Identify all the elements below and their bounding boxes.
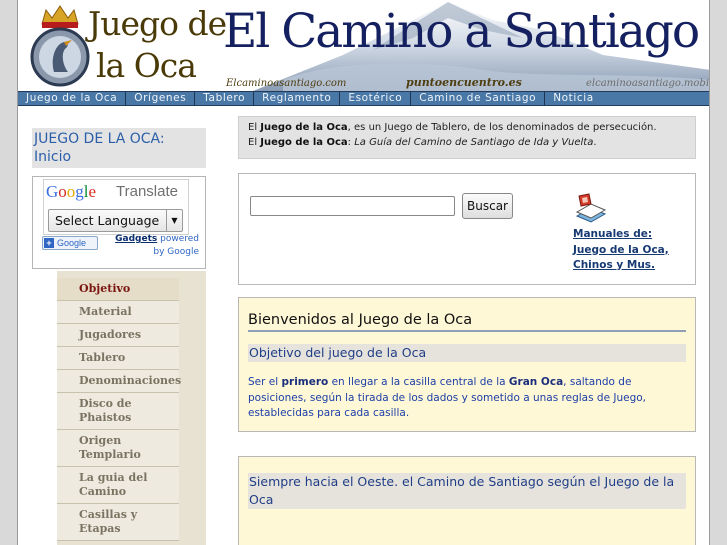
intro-bold: Juego de la Oca bbox=[260, 122, 348, 133]
welcome-text-part: Ser el bbox=[248, 376, 282, 388]
nav-item-camino-de-santiago[interactable]: Camino de Santiago bbox=[411, 92, 546, 105]
search-box: Buscar Manuales de: Juego de la Oca, Chi… bbox=[238, 173, 696, 285]
page: Juego de la Oca El Camino a Santiago Elc… bbox=[17, 0, 710, 545]
manuals-link[interactable]: Manuales de: Juego de la Oca, Chinos y M… bbox=[573, 227, 669, 274]
side-menu-item-casillas-y-etapas[interactable]: Casillas y Etapas bbox=[57, 504, 179, 541]
intro-italic: La Guía del Camino de Santiago de Ida y … bbox=[354, 137, 594, 148]
intro-text: . bbox=[593, 137, 597, 148]
manuals-link-line: Manuales de: bbox=[573, 228, 653, 240]
add-to-google-button[interactable]: + Google bbox=[42, 236, 98, 250]
welcome-text: Ser el primero en llegar a la casilla ce… bbox=[248, 375, 668, 422]
select-language-dropdown[interactable]: Select Language ▼ bbox=[48, 209, 183, 232]
gadgets-credit: Gadgets powered by Google bbox=[103, 233, 199, 259]
intro-bold: Juego de la Oca bbox=[260, 137, 348, 148]
site-banner[interactable]: Juego de la Oca El Camino a Santiago Elc… bbox=[18, 0, 710, 91]
section-title: JUEGO DE LA OCA: Inicio bbox=[34, 131, 165, 165]
intro-text: , es un Juego de Tablero, de los denomin… bbox=[347, 122, 657, 133]
nav-item-esoterico[interactable]: Esotérico bbox=[340, 92, 412, 105]
translate-inner-frame: Google Translate Select Language ▼ bbox=[43, 179, 189, 235]
google-logo: Google bbox=[46, 182, 96, 202]
search-button[interactable]: Buscar bbox=[462, 193, 513, 219]
intro-line-1: El Juego de la Oca, es un Juego de Table… bbox=[248, 120, 695, 135]
side-menu-item-material[interactable]: Material bbox=[57, 301, 179, 324]
welcome-box: Bienvenidos al Juego de la Oca Objetivo … bbox=[238, 297, 696, 432]
google-letter: g bbox=[75, 182, 84, 201]
intro-line-2: El Juego de la Oca: La Guía del Camino d… bbox=[248, 135, 695, 150]
side-menu-item-denominaciones[interactable]: Denominaciones bbox=[57, 370, 181, 393]
manuals-link-line: Chinos y Mus. bbox=[573, 259, 656, 271]
welcome-text-bold: primero bbox=[281, 376, 329, 388]
side-menu: Objetivo Material Jugadores Tablero Deno… bbox=[57, 278, 181, 541]
google-translate-widget: Google Translate Select Language ▼ + Goo… bbox=[32, 176, 206, 269]
side-menu-item-jugadores[interactable]: Jugadores bbox=[57, 324, 179, 347]
welcome-text-part: en llegar a la casilla central de la bbox=[328, 376, 509, 388]
welcome-title: Bienvenidos al Juego de la Oca bbox=[248, 312, 686, 332]
welcome-subtitle: Objetivo del juego de la Oca bbox=[248, 344, 686, 362]
side-menu-item-origen-templario[interactable]: Origen Templario bbox=[57, 430, 179, 467]
nav-item-reglamento[interactable]: Reglamento bbox=[254, 92, 341, 105]
welcome-text-bold: Gran Oca bbox=[508, 376, 564, 388]
goose-seal-logo bbox=[30, 5, 90, 87]
google-letter: G bbox=[46, 182, 59, 201]
side-menu-item-disco-de-phaistos[interactable]: Disco de Phaistos bbox=[57, 393, 179, 430]
nav-item-juego-de-la-oca[interactable]: Juego de la Oca bbox=[18, 92, 127, 105]
translate-label: Translate bbox=[116, 183, 178, 200]
add-to-google-label: Google bbox=[57, 238, 87, 248]
side-menu-item-objetivo[interactable]: Objetivo bbox=[57, 278, 179, 301]
google-letter: o bbox=[58, 182, 67, 201]
search-input[interactable] bbox=[250, 196, 455, 216]
intro-text: El bbox=[248, 137, 261, 148]
plus-icon: + bbox=[44, 238, 54, 248]
camino-title: Siempre hacia el Oeste. el Camino de San… bbox=[248, 473, 686, 509]
side-menu-item-tablero[interactable]: Tablero bbox=[57, 347, 179, 370]
intro-box: El Juego de la Oca, es un Juego de Table… bbox=[238, 116, 696, 159]
banner-domain-com: Elcaminoasantiago.com bbox=[226, 78, 347, 89]
brand-title-line1: Juego de bbox=[88, 4, 227, 43]
banner-domain-mobi: elcaminoasantiago.mobi bbox=[586, 78, 710, 89]
nav-item-noticia[interactable]: Noticia bbox=[545, 92, 602, 105]
gadgets-link[interactable]: Gadgets bbox=[115, 234, 157, 244]
brand-title-line2: la Oca bbox=[96, 46, 197, 85]
dropdown-arrow-icon: ▼ bbox=[166, 210, 182, 231]
side-menu-item-la-guia-del-camino[interactable]: La guia del Camino bbox=[57, 467, 179, 504]
select-language-label: Select Language bbox=[55, 213, 160, 228]
banner-domain-puntoencuentro: puntoencuentro.es bbox=[406, 76, 522, 89]
section-title-box: JUEGO DE LA OCA: Inicio bbox=[32, 128, 206, 168]
manuals-link-line: Juego de la Oca, bbox=[573, 243, 669, 256]
intro-text: El bbox=[248, 122, 261, 133]
camino-box: Siempre hacia el Oeste. el Camino de San… bbox=[238, 456, 696, 545]
site-title: El Camino a Santiago bbox=[223, 4, 700, 59]
google-letter: o bbox=[66, 182, 76, 201]
manuals-book-icon[interactable] bbox=[573, 190, 607, 224]
main-navigation: Juego de la Oca Orígenes Tablero Reglame… bbox=[18, 91, 709, 106]
nav-item-tablero[interactable]: Tablero bbox=[195, 92, 255, 105]
nav-item-origenes[interactable]: Orígenes bbox=[126, 92, 196, 105]
powered-by-google-text: powered by Google bbox=[153, 234, 199, 257]
google-letter: e bbox=[88, 182, 97, 201]
